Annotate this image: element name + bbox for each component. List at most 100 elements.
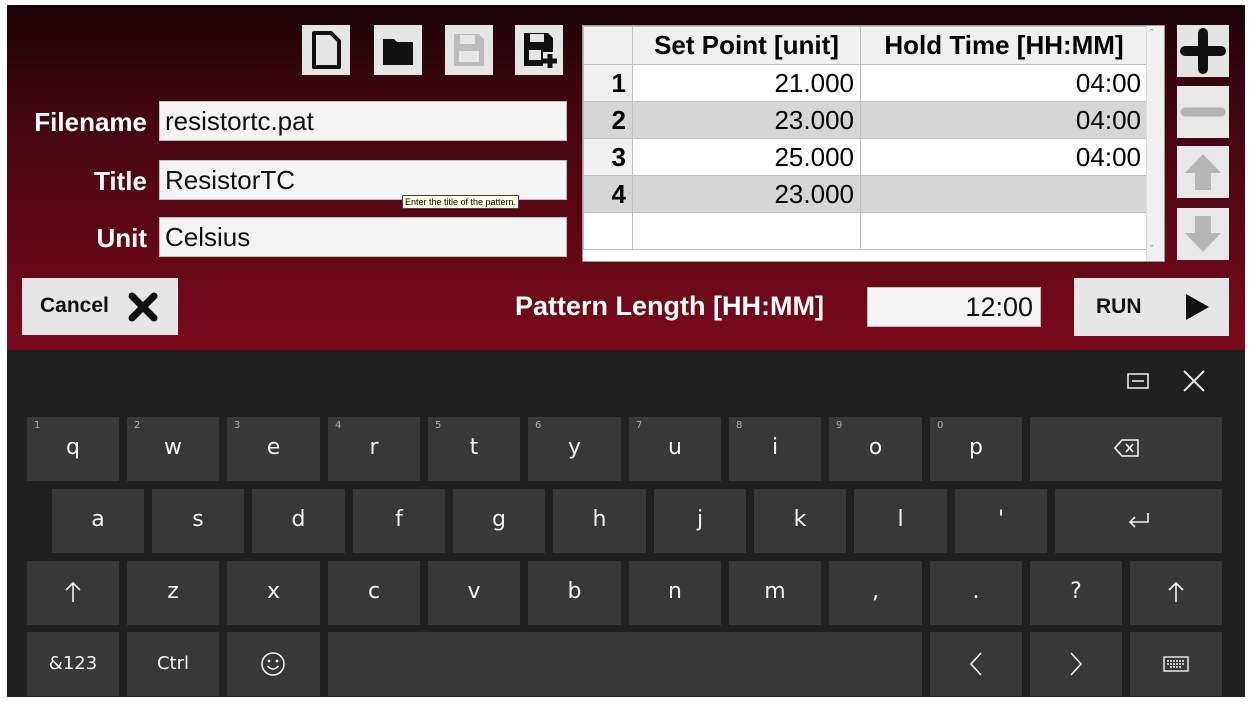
table-row[interactable]: 1 21.000 04:00 (583, 64, 1148, 102)
set-point-cell[interactable]: 21.000 (632, 64, 861, 102)
key-e[interactable]: 3e (227, 417, 320, 481)
remove-row-button[interactable] (1177, 86, 1229, 138)
key-apostrophe[interactable]: ' (955, 489, 1047, 553)
key-label: k (793, 507, 807, 532)
table-row[interactable]: 3 25.000 04:00 (583, 138, 1148, 176)
set-point-cell[interactable]: 23.000 (632, 175, 861, 213)
key-number-hint: 1 (34, 420, 41, 431)
column-header-hold-time[interactable]: Hold Time [HH:MM] (860, 26, 1148, 65)
key-v[interactable]: v (428, 561, 520, 625)
shift-key-left[interactable] (27, 561, 119, 625)
key-x[interactable]: x (227, 561, 320, 625)
key-comma[interactable]: , (829, 561, 922, 625)
ctrl-key[interactable]: Ctrl (127, 632, 219, 696)
row-number (583, 212, 633, 250)
grid-corner-cell (583, 26, 633, 65)
scroll-up-icon[interactable]: ˆ (1150, 28, 1154, 40)
key-number-hint: 9 (836, 420, 843, 431)
key-question[interactable]: ? (1030, 561, 1122, 625)
key-z[interactable]: z (127, 561, 219, 625)
scroll-down-icon[interactable]: ˇ (1150, 244, 1154, 256)
key-number-hint: 8 (736, 420, 743, 431)
key-j[interactable]: j (654, 489, 746, 553)
move-down-button[interactable] (1177, 208, 1229, 260)
key-f[interactable]: f (353, 489, 445, 553)
set-point-cell[interactable] (632, 212, 861, 250)
save-button[interactable] (445, 25, 493, 75)
title-field[interactable]: ResistorTC (159, 160, 567, 200)
key-c[interactable]: c (328, 561, 420, 625)
new-file-button[interactable] (302, 25, 350, 75)
table-row-new[interactable] (583, 212, 1148, 250)
symbols-key[interactable]: &123 (27, 632, 119, 696)
key-d[interactable]: d (252, 489, 345, 553)
key-period[interactable]: . (930, 561, 1022, 625)
backspace-key[interactable] (1030, 417, 1222, 481)
unit-field[interactable]: Celsius (159, 217, 567, 257)
key-w[interactable]: 2w (127, 417, 219, 481)
space-key[interactable] (328, 632, 922, 696)
key-label: , (872, 579, 879, 604)
add-row-button[interactable] (1177, 25, 1229, 77)
key-y[interactable]: 6y (528, 417, 621, 481)
table-row[interactable]: 4 23.000 (583, 175, 1148, 213)
key-number-hint: 2 (134, 420, 141, 431)
keyboard-close-icon[interactable] (1181, 368, 1207, 394)
hold-time-cell[interactable]: 04:00 (860, 101, 1148, 139)
key-p[interactable]: 0p (930, 417, 1022, 481)
key-i[interactable]: 8i (729, 417, 821, 481)
arrow-right-key[interactable] (1030, 632, 1122, 696)
key-o[interactable]: 9o (829, 417, 922, 481)
keyboard-dock-icon[interactable] (1127, 372, 1149, 390)
key-label: ' (997, 507, 1005, 532)
key-t[interactable]: 5t (428, 417, 520, 481)
move-up-icon (1185, 154, 1221, 190)
key-label: y (567, 435, 582, 460)
row-number: 4 (583, 175, 633, 213)
key-b[interactable]: b (528, 561, 621, 625)
key-r[interactable]: 4r (328, 417, 420, 481)
unit-label: Unit (96, 223, 147, 253)
key-m[interactable]: m (729, 561, 821, 625)
key-g[interactable]: g (453, 489, 545, 553)
pattern-grid[interactable]: Set Point [unit] Hold Time [HH:MM] 1 21.… (582, 25, 1165, 262)
emoji-key[interactable] (227, 632, 320, 696)
save-as-icon (524, 33, 557, 68)
hold-time-cell[interactable]: 04:00 (860, 138, 1148, 176)
run-button[interactable]: RUN (1074, 278, 1229, 336)
pattern-length-value: 12:00 (867, 287, 1041, 327)
key-q[interactable]: 1q (27, 417, 119, 481)
key-label: &123 (48, 653, 98, 674)
grid-scrollbar[interactable]: ˆ ˇ (1146, 26, 1164, 261)
key-n[interactable]: n (629, 561, 721, 625)
key-h[interactable]: h (553, 489, 646, 553)
hold-time-cell[interactable] (860, 175, 1148, 213)
column-header-set-point[interactable]: Set Point [unit] (632, 26, 861, 65)
key-label: r (369, 435, 379, 460)
hold-time-cell[interactable]: 04:00 (860, 64, 1148, 102)
move-up-button[interactable] (1177, 146, 1229, 198)
key-k[interactable]: k (754, 489, 846, 553)
chevron-left-icon (969, 652, 982, 676)
save-as-button[interactable] (515, 25, 563, 75)
shift-key-right[interactable] (1130, 561, 1222, 625)
arrow-left-key[interactable] (930, 632, 1022, 696)
cancel-button[interactable]: Cancel (22, 278, 178, 335)
key-label: l (897, 507, 904, 532)
application-window: Filename resistortc.pat Title ResistorTC… (7, 5, 1245, 697)
table-row[interactable]: 2 23.000 04:00 (583, 101, 1148, 139)
key-a[interactable]: a (52, 489, 144, 553)
set-point-cell[interactable]: 23.000 (632, 101, 861, 139)
key-label: v (467, 579, 481, 604)
filename-field[interactable]: resistortc.pat (159, 101, 567, 141)
set-point-cell[interactable]: 25.000 (632, 138, 861, 176)
key-l[interactable]: l (854, 489, 947, 553)
hold-time-cell[interactable] (860, 212, 1148, 250)
save-icon (454, 34, 484, 66)
open-file-button[interactable] (374, 25, 422, 75)
play-icon (1186, 294, 1209, 320)
key-s[interactable]: s (152, 489, 244, 553)
enter-key[interactable] (1055, 489, 1222, 553)
keyboard-layout-key[interactable] (1130, 632, 1222, 696)
key-u[interactable]: 7u (629, 417, 721, 481)
